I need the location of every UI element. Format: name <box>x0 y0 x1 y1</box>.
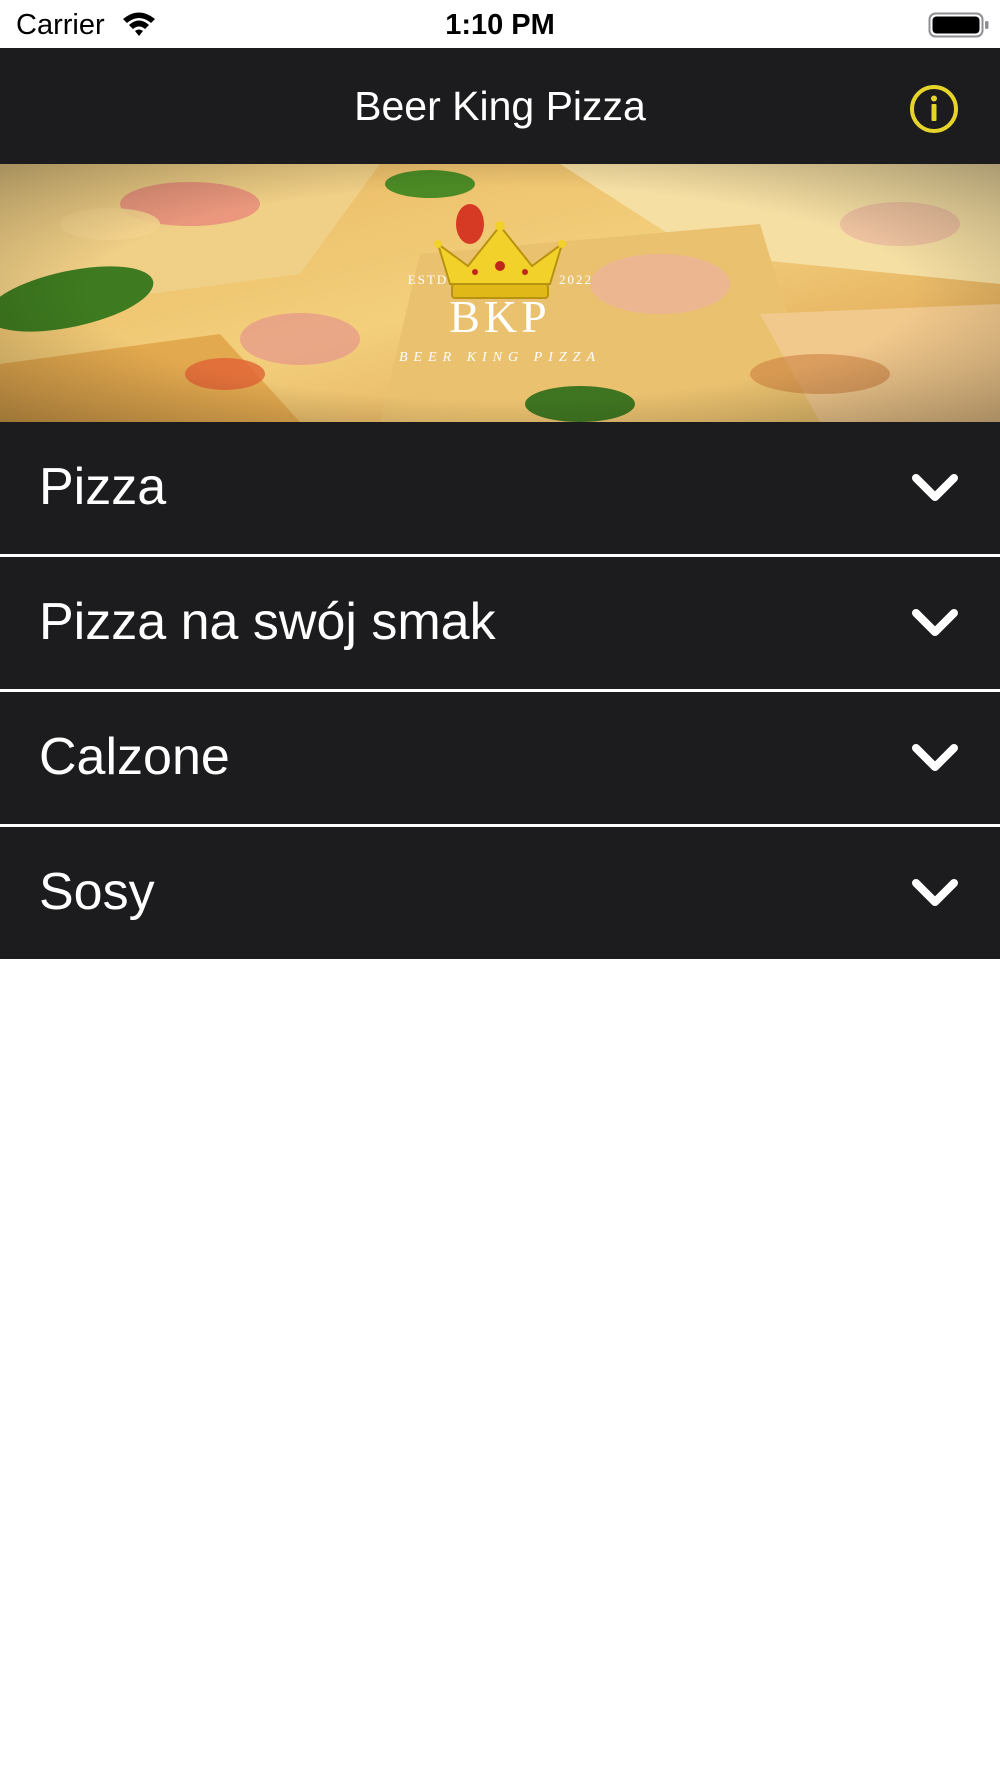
logo-subtitle: BEER KING PIZZA <box>399 350 601 365</box>
category-row-pizza-na-swoj-smak[interactable]: Pizza na swój smak <box>0 557 1000 689</box>
chevron-down-icon <box>912 879 958 906</box>
status-time: 1:10 PM <box>445 9 555 41</box>
category-label: Pizza <box>39 458 167 516</box>
category-row-sosy[interactable]: Sosy <box>0 827 1000 959</box>
category-list: Pizza Pizza na swój smak Calzone Sosy <box>0 422 1000 959</box>
category-row-pizza[interactable]: Pizza <box>0 422 1000 554</box>
info-circle-icon[interactable] <box>908 83 960 135</box>
category-label: Sosy <box>39 863 155 921</box>
header-banner: ESTD 2022 BKP BEER KING PIZZA <box>0 164 1000 422</box>
logo-year: 2022 <box>559 272 593 287</box>
page-title: Beer King Pizza <box>354 83 646 129</box>
category-label: Pizza na swój smak <box>39 593 496 651</box>
battery-icon <box>928 12 989 38</box>
category-row-calzone[interactable]: Calzone <box>0 692 1000 824</box>
chevron-down-icon <box>912 744 958 771</box>
chevron-down-icon <box>912 609 958 636</box>
logo-monogram: BKP <box>449 291 551 342</box>
navigation-bar: Beer King Pizza <box>0 48 1000 164</box>
chevron-down-icon <box>912 474 958 501</box>
status-bar: Carrier 1:10 PM <box>0 0 1000 48</box>
logo-established: ESTD <box>407 272 449 287</box>
category-label: Calzone <box>39 728 230 786</box>
